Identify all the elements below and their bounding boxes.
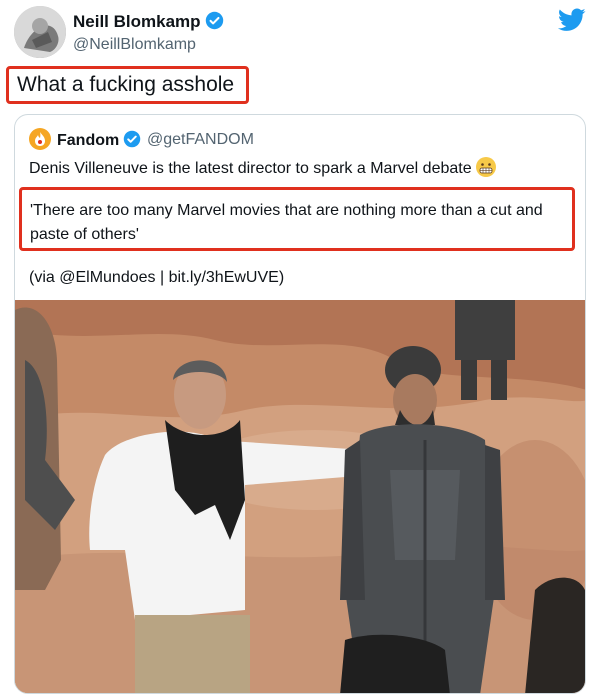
quote-photo[interactable] <box>15 300 585 693</box>
tweet-text: What a fucking asshole <box>6 66 249 104</box>
quote-text-line: Denis Villeneuve is the latest director … <box>29 160 472 177</box>
avatar-illustration <box>14 6 66 58</box>
quote-via-link[interactable]: (via @ElMundoes | bit.ly/3hEwUVE) <box>29 269 284 287</box>
twitter-bird-icon[interactable] <box>557 8 586 37</box>
avatar[interactable] <box>14 6 66 58</box>
quoted-tweet[interactable]: Fandom @getFANDOM Denis Villeneuve is th… <box>14 114 586 694</box>
author-name-text: Neill Blomkamp <box>73 12 201 31</box>
quote-text: Denis Villeneuve is the latest director … <box>29 157 496 178</box>
verified-badge-icon <box>205 11 224 35</box>
quote-highlight: 'There are too many Marvel movies that a… <box>19 187 575 251</box>
grimacing-face-icon <box>475 157 496 177</box>
author-name[interactable]: Neill Blomkamp <box>73 11 224 35</box>
verified-badge-icon <box>123 130 141 153</box>
author-handle[interactable]: @NeillBlomkamp <box>73 36 196 54</box>
photo-scene <box>15 300 585 693</box>
quote-author-name[interactable]: Fandom <box>57 130 141 153</box>
quote-author-handle[interactable]: @getFANDOM <box>147 131 254 149</box>
quote-author-name-text: Fandom <box>57 132 120 149</box>
fandom-flame-icon[interactable] <box>29 128 51 150</box>
